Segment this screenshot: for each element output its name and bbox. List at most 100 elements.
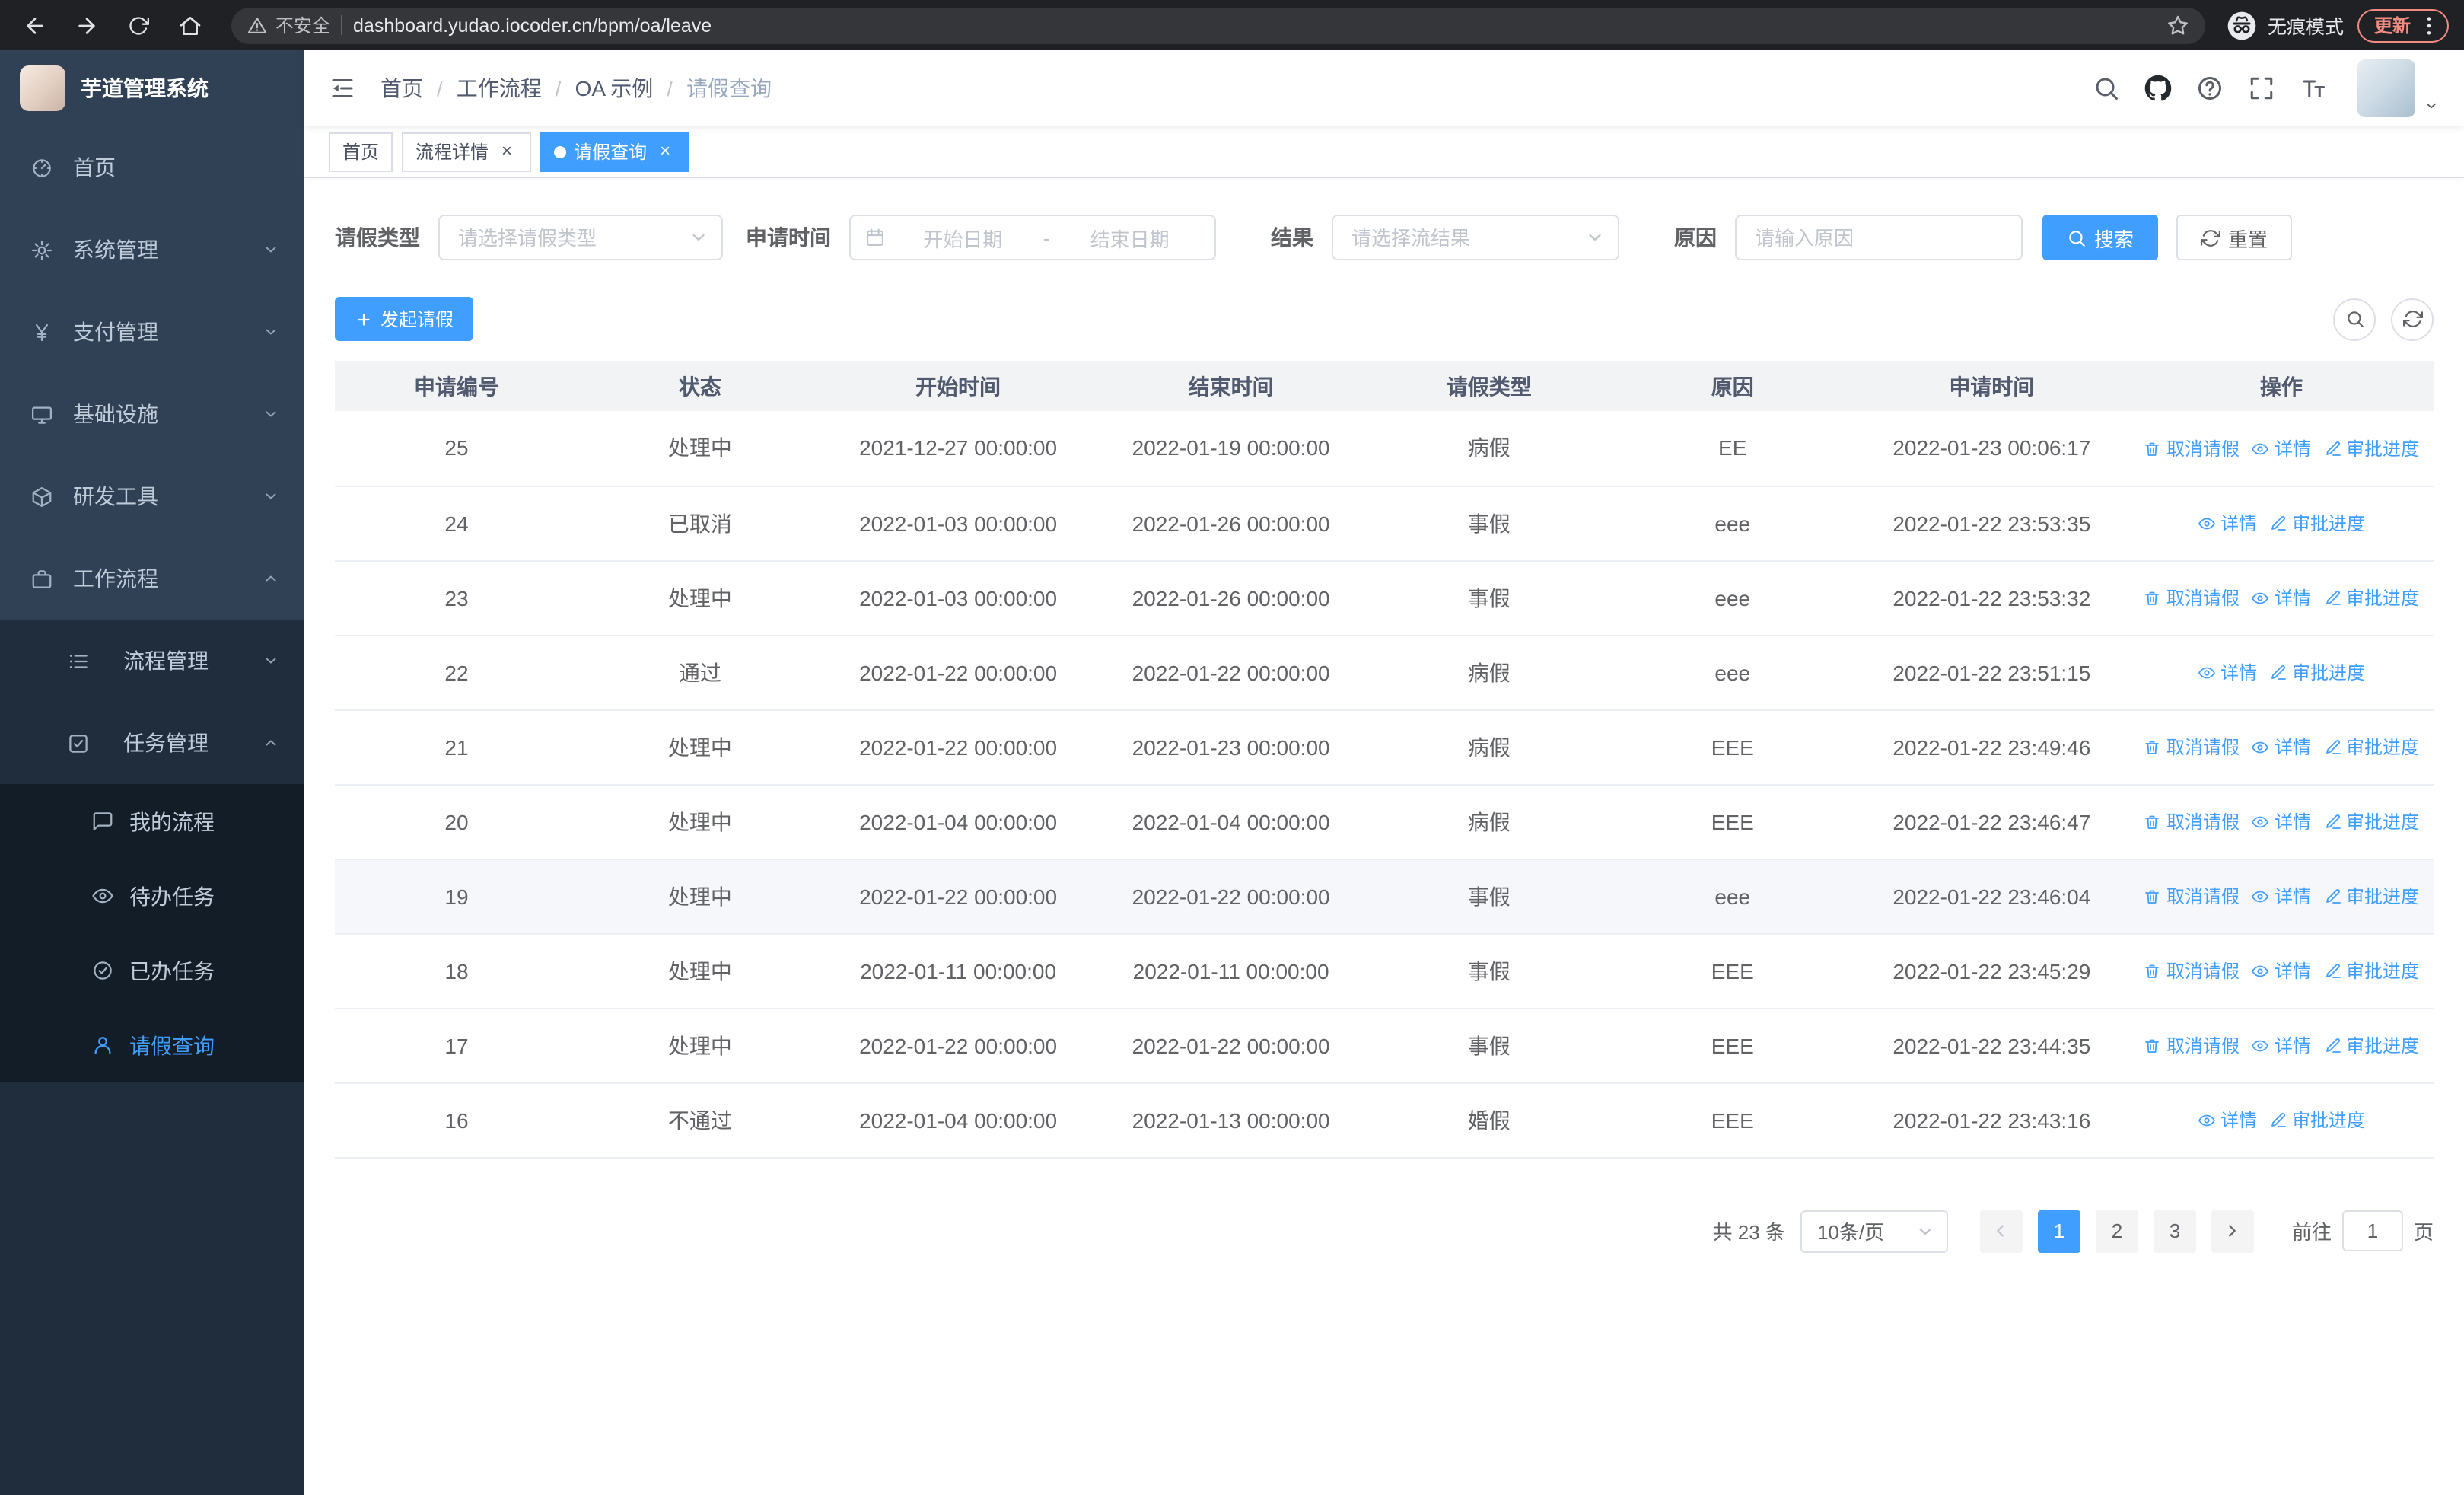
action-progress-link[interactable]: 审批进度 xyxy=(2269,660,2365,686)
create-leave-button[interactable]: 发起请假 xyxy=(335,297,474,341)
action-progress-link[interactable]: 审批进度 xyxy=(2323,884,2419,910)
action-cancel-link[interactable]: 取消请假 xyxy=(2144,585,2240,611)
action-progress-link[interactable]: 审批进度 xyxy=(2323,735,2419,760)
incognito-chip: 无痕模式 xyxy=(2227,10,2344,40)
breadcrumb-home[interactable]: 首页 xyxy=(380,73,423,104)
sidebar-item-payment-management[interactable]: 支付管理 xyxy=(0,291,304,373)
cell-start: 2021-12-27 00:00:00 xyxy=(821,411,1095,486)
breadcrumb-oa-example[interactable]: OA 示例 xyxy=(575,73,654,104)
breadcrumb-workflow[interactable]: 工作流程 xyxy=(457,73,542,104)
fullscreen-icon[interactable] xyxy=(2248,75,2275,102)
page-size-select[interactable]: 10条/页 xyxy=(1800,1210,1948,1252)
tab-process-detail[interactable]: 流程详情 × xyxy=(402,132,532,171)
leave-type-label: 请假类型 xyxy=(335,225,420,250)
action-detail-link[interactable]: 详情 xyxy=(2252,884,2311,910)
header-search-icon[interactable] xyxy=(2093,75,2120,102)
breadcrumb-current: 请假查询 xyxy=(686,76,772,100)
action-detail-link[interactable]: 详情 xyxy=(2252,958,2311,984)
page-button-1[interactable]: 1 xyxy=(2037,1210,2080,1252)
page-button-3[interactable]: 3 xyxy=(2153,1210,2196,1252)
leave-type-select[interactable] xyxy=(438,215,723,260)
search-button[interactable]: 搜索 xyxy=(2042,215,2159,260)
action-detail-link[interactable]: 详情 xyxy=(2252,1033,2311,1059)
browser-home-button[interactable] xyxy=(170,5,210,45)
cell-status: 处理中 xyxy=(578,784,822,859)
action-detail-link[interactable]: 详情 xyxy=(2252,735,2311,760)
toggle-search-button[interactable] xyxy=(2333,298,2376,340)
sidebar-item-done-tasks[interactable]: 已办任务 xyxy=(0,933,304,1008)
action-detail-link[interactable]: 详情 xyxy=(2198,511,2257,537)
action-progress-link[interactable]: 审批进度 xyxy=(2323,958,2419,984)
cell-id: 23 xyxy=(335,560,578,636)
action-cancel-link[interactable]: 取消请假 xyxy=(2144,958,2240,984)
sidebar-item-dev-tools[interactable]: 研发工具 xyxy=(0,455,304,537)
action-cancel-link[interactable]: 取消请假 xyxy=(2144,809,2240,835)
cell-reason: eee xyxy=(1610,560,1854,636)
total-count-text: 共 23 条 xyxy=(1712,1221,1785,1244)
action-cancel-link[interactable]: 取消请假 xyxy=(2144,1033,2240,1059)
help-icon[interactable] xyxy=(2196,75,2224,102)
tab-leave-query[interactable]: 请假查询 × xyxy=(540,132,690,171)
action-progress-link[interactable]: 审批进度 xyxy=(2323,435,2419,461)
result-select-input[interactable] xyxy=(1333,216,1618,259)
browser-forward-button[interactable] xyxy=(67,5,107,45)
user-avatar[interactable] xyxy=(2357,59,2415,117)
chevron-down-icon xyxy=(262,323,280,341)
sidebar-toggle-icon[interactable] xyxy=(329,75,356,102)
font-size-icon[interactable] xyxy=(2300,75,2327,102)
sidebar-item-leave-query[interactable]: 请假查询 xyxy=(0,1008,304,1082)
chevron-up-icon xyxy=(262,734,280,752)
sidebar-item-home[interactable]: 首页 xyxy=(0,126,304,209)
sidebar-item-task-management[interactable]: 任务管理 xyxy=(0,702,304,784)
browser-back-button[interactable] xyxy=(15,5,55,45)
goto-page-input[interactable] xyxy=(2341,1210,2403,1251)
reset-button[interactable]: 重置 xyxy=(2176,215,2293,260)
action-progress-link[interactable]: 审批进度 xyxy=(2323,1033,2419,1059)
prev-page-button[interactable] xyxy=(1979,1210,2023,1252)
action-progress-link[interactable]: 审批进度 xyxy=(2269,511,2365,537)
user-menu[interactable] xyxy=(2357,59,2440,117)
tab-home[interactable]: 首页 xyxy=(329,132,393,171)
sidebar-item-workflow[interactable]: 工作流程 xyxy=(0,537,304,620)
action-cancel-link[interactable]: 取消请假 xyxy=(2144,435,2240,461)
reason-input-wrap[interactable] xyxy=(1735,215,2023,260)
cell-actions: 取消请假 详情 审批进度 xyxy=(2128,411,2434,486)
sidebar-item-todo-tasks[interactable]: 待办任务 xyxy=(0,859,304,933)
action-progress-link[interactable]: 审批进度 xyxy=(2269,1108,2365,1133)
apply-time-range-picker[interactable]: 开始日期 - 结束日期 xyxy=(849,215,1216,260)
action-cancel-link[interactable]: 取消请假 xyxy=(2144,884,2240,910)
action-detail-link[interactable]: 详情 xyxy=(2198,1108,2257,1133)
cell-apply_time: 2022-01-22 23:51:15 xyxy=(1854,635,2129,710)
refresh-table-button[interactable] xyxy=(2391,298,2434,340)
result-select[interactable] xyxy=(1332,215,1619,260)
page-button-2[interactable]: 2 xyxy=(2095,1210,2138,1252)
action-detail-link[interactable]: 详情 xyxy=(2252,585,2311,611)
cell-status: 处理中 xyxy=(578,560,822,636)
browser-menu-update-button[interactable]: 更新 xyxy=(2357,8,2449,42)
action-detail-link[interactable]: 详情 xyxy=(2198,660,2257,686)
browser-reload-button[interactable] xyxy=(119,5,158,45)
sidebar-item-system-management[interactable]: 系统管理 xyxy=(0,209,304,291)
github-icon[interactable] xyxy=(2144,75,2172,102)
bookmark-star-icon[interactable] xyxy=(2166,13,2190,37)
browser-menu-icon[interactable] xyxy=(2417,13,2441,37)
action-detail-link[interactable]: 详情 xyxy=(2252,809,2311,835)
leave-type-select-input[interactable] xyxy=(440,216,721,259)
next-page-button[interactable] xyxy=(2211,1210,2254,1252)
action-cancel-link[interactable]: 取消请假 xyxy=(2144,735,2240,760)
close-icon[interactable]: × xyxy=(496,140,517,162)
sidebar-item-infrastructure[interactable]: 基础设施 xyxy=(0,373,304,455)
action-detail-link[interactable]: 详情 xyxy=(2252,435,2311,461)
cell-status: 不通过 xyxy=(578,1082,822,1158)
table-row: 16 不通过 2022-01-04 00:00:00 2022-01-13 00:00… xyxy=(335,1082,2434,1158)
sidebar-item-my-processes[interactable]: 我的流程 xyxy=(0,784,304,859)
browser-toolbar-right: 无痕模式 更新 xyxy=(2227,8,2449,42)
reason-input[interactable] xyxy=(1737,216,2021,259)
site-security-chip[interactable]: 不安全 xyxy=(247,12,330,38)
sidebar-item-process-management[interactable]: 流程管理 xyxy=(0,620,304,702)
address-bar[interactable]: 不安全 dashboard.yudao.iocoder.cn/bpm/oa/le… xyxy=(231,7,2205,43)
close-icon[interactable]: × xyxy=(654,140,676,162)
action-progress-link[interactable]: 审批进度 xyxy=(2323,585,2419,611)
cell-reason: EE xyxy=(1610,411,1854,486)
action-progress-link[interactable]: 审批进度 xyxy=(2323,809,2419,835)
